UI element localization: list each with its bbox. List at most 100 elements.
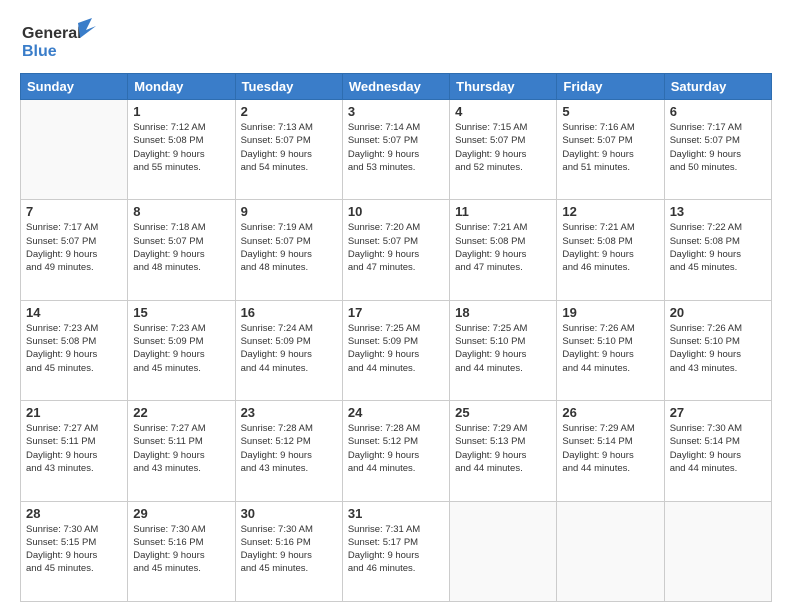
day-info: Sunrise: 7:29 AM Sunset: 5:13 PM Dayligh… bbox=[455, 422, 551, 475]
day-info: Sunrise: 7:21 AM Sunset: 5:08 PM Dayligh… bbox=[455, 221, 551, 274]
calendar-day-header: Saturday bbox=[664, 74, 771, 100]
calendar-week-row: 7 Sunrise: 7:17 AM Sunset: 5:07 PM Daylig… bbox=[21, 200, 772, 300]
calendar-cell: 6Sunrise: 7:17 AM Sunset: 5:07 PM Daylig… bbox=[664, 100, 771, 200]
calendar-cell: 25 Sunrise: 7:29 AM Sunset: 5:13 PM Dayli… bbox=[450, 401, 557, 501]
day-info: Sunrise: 7:23 AM Sunset: 5:09 PM Dayligh… bbox=[133, 322, 229, 375]
day-number: 4 bbox=[455, 104, 551, 119]
day-number: 12 bbox=[562, 204, 658, 219]
day-number: 18 bbox=[455, 305, 551, 320]
day-number: 21 bbox=[26, 405, 122, 420]
calendar-cell: 18 Sunrise: 7:25 AM Sunset: 5:10 PM Dayli… bbox=[450, 300, 557, 400]
calendar-cell bbox=[450, 501, 557, 601]
calendar-cell: 30 Sunrise: 7:30 AM Sunset: 5:16 PM Dayli… bbox=[235, 501, 342, 601]
day-number: 19 bbox=[562, 305, 658, 320]
day-info: Sunrise: 7:31 AM Sunset: 5:17 PM Dayligh… bbox=[348, 523, 444, 576]
day-number: 31 bbox=[348, 506, 444, 521]
day-number: 24 bbox=[348, 405, 444, 420]
day-info: Sunrise: 7:25 AM Sunset: 5:10 PM Dayligh… bbox=[455, 322, 551, 375]
day-info: Sunrise: 7:24 AM Sunset: 5:09 PM Dayligh… bbox=[241, 322, 337, 375]
calendar-cell: 29 Sunrise: 7:30 AM Sunset: 5:16 PM Dayli… bbox=[128, 501, 235, 601]
day-info: Sunrise: 7:18 AM Sunset: 5:07 PM Dayligh… bbox=[133, 221, 229, 274]
svg-text:Blue: Blue bbox=[22, 43, 57, 60]
calendar-cell: 15 Sunrise: 7:23 AM Sunset: 5:09 PM Dayli… bbox=[128, 300, 235, 400]
calendar-cell: 9Sunrise: 7:19 AM Sunset: 5:07 PM Daylig… bbox=[235, 200, 342, 300]
calendar-cell: 20 Sunrise: 7:26 AM Sunset: 5:10 PM Dayli… bbox=[664, 300, 771, 400]
day-number: 3 bbox=[348, 104, 444, 119]
day-number: 17 bbox=[348, 305, 444, 320]
calendar-cell: 14Sunrise: 7:23 AM Sunset: 5:08 PM Dayli… bbox=[21, 300, 128, 400]
calendar-day-header: Monday bbox=[128, 74, 235, 100]
day-info: Sunrise: 7:13 AM Sunset: 5:07 PM Dayligh… bbox=[241, 121, 337, 174]
day-info: Sunrise: 7:26 AM Sunset: 5:10 PM Dayligh… bbox=[562, 322, 658, 375]
day-info: Sunrise: 7:28 AM Sunset: 5:12 PM Dayligh… bbox=[348, 422, 444, 475]
day-number: 2 bbox=[241, 104, 337, 119]
calendar-day-header: Wednesday bbox=[342, 74, 449, 100]
day-info: Sunrise: 7:30 AM Sunset: 5:16 PM Dayligh… bbox=[133, 523, 229, 576]
calendar-cell: 21 Sunrise: 7:27 AM Sunset: 5:11 PM Dayli… bbox=[21, 401, 128, 501]
day-info: Sunrise: 7:30 AM Sunset: 5:16 PM Dayligh… bbox=[241, 523, 337, 576]
day-number: 25 bbox=[455, 405, 551, 420]
day-number: 23 bbox=[241, 405, 337, 420]
calendar-table: SundayMondayTuesdayWednesdayThursdayFrid… bbox=[20, 73, 772, 602]
day-number: 7 bbox=[26, 204, 122, 219]
day-number: 5 bbox=[562, 104, 658, 119]
day-number: 10 bbox=[348, 204, 444, 219]
day-number: 30 bbox=[241, 506, 337, 521]
day-info: Sunrise: 7:21 AM Sunset: 5:08 PM Dayligh… bbox=[562, 221, 658, 274]
day-info: Sunrise: 7:16 AM Sunset: 5:07 PM Dayligh… bbox=[562, 121, 658, 174]
day-info: Sunrise: 7:22 AM Sunset: 5:08 PM Dayligh… bbox=[670, 221, 766, 274]
day-info: Sunrise: 7:30 AM Sunset: 5:15 PM Dayligh… bbox=[26, 523, 122, 576]
calendar-day-header: Tuesday bbox=[235, 74, 342, 100]
day-info: Sunrise: 7:26 AM Sunset: 5:10 PM Dayligh… bbox=[670, 322, 766, 375]
calendar-day-header: Friday bbox=[557, 74, 664, 100]
calendar-cell: 10 Sunrise: 7:20 AM Sunset: 5:07 PM Dayli… bbox=[342, 200, 449, 300]
calendar-cell: 22 Sunrise: 7:27 AM Sunset: 5:11 PM Dayli… bbox=[128, 401, 235, 501]
day-info: Sunrise: 7:28 AM Sunset: 5:12 PM Dayligh… bbox=[241, 422, 337, 475]
svg-text:General: General bbox=[22, 25, 82, 42]
day-number: 8 bbox=[133, 204, 229, 219]
day-info: Sunrise: 7:14 AM Sunset: 5:07 PM Dayligh… bbox=[348, 121, 444, 174]
calendar-cell bbox=[557, 501, 664, 601]
calendar-cell bbox=[664, 501, 771, 601]
calendar-cell: 27 Sunrise: 7:30 AM Sunset: 5:14 PM Dayli… bbox=[664, 401, 771, 501]
day-info: Sunrise: 7:20 AM Sunset: 5:07 PM Dayligh… bbox=[348, 221, 444, 274]
header: GeneralBlue bbox=[20, 18, 772, 63]
day-number: 22 bbox=[133, 405, 229, 420]
calendar-cell: 1 Sunrise: 7:12 AM Sunset: 5:08 PM Daylig… bbox=[128, 100, 235, 200]
calendar-cell: 26Sunrise: 7:29 AM Sunset: 5:14 PM Dayli… bbox=[557, 401, 664, 501]
day-number: 16 bbox=[241, 305, 337, 320]
calendar-cell: 11 Sunrise: 7:21 AM Sunset: 5:08 PM Dayli… bbox=[450, 200, 557, 300]
day-number: 29 bbox=[133, 506, 229, 521]
calendar-cell: 31 Sunrise: 7:31 AM Sunset: 5:17 PM Dayli… bbox=[342, 501, 449, 601]
calendar-day-header: Thursday bbox=[450, 74, 557, 100]
calendar-cell: 5 Sunrise: 7:16 AM Sunset: 5:07 PM Daylig… bbox=[557, 100, 664, 200]
day-info: Sunrise: 7:12 AM Sunset: 5:08 PM Dayligh… bbox=[133, 121, 229, 174]
day-info: Sunrise: 7:27 AM Sunset: 5:11 PM Dayligh… bbox=[26, 422, 122, 475]
calendar-cell: 13Sunrise: 7:22 AM Sunset: 5:08 PM Dayli… bbox=[664, 200, 771, 300]
calendar-cell: 2 Sunrise: 7:13 AM Sunset: 5:07 PM Daylig… bbox=[235, 100, 342, 200]
day-number: 1 bbox=[133, 104, 229, 119]
calendar-cell bbox=[21, 100, 128, 200]
day-number: 11 bbox=[455, 204, 551, 219]
day-info: Sunrise: 7:30 AM Sunset: 5:14 PM Dayligh… bbox=[670, 422, 766, 475]
day-info: Sunrise: 7:27 AM Sunset: 5:11 PM Dayligh… bbox=[133, 422, 229, 475]
day-number: 14 bbox=[26, 305, 122, 320]
day-number: 27 bbox=[670, 405, 766, 420]
calendar-header-row: SundayMondayTuesdayWednesdayThursdayFrid… bbox=[21, 74, 772, 100]
calendar-cell: 17 Sunrise: 7:25 AM Sunset: 5:09 PM Dayli… bbox=[342, 300, 449, 400]
calendar-cell: 28 Sunrise: 7:30 AM Sunset: 5:15 PM Dayli… bbox=[21, 501, 128, 601]
day-info: Sunrise: 7:17 AM Sunset: 5:07 PM Dayligh… bbox=[26, 221, 122, 274]
calendar-week-row: 14Sunrise: 7:23 AM Sunset: 5:08 PM Dayli… bbox=[21, 300, 772, 400]
day-number: 26 bbox=[562, 405, 658, 420]
day-number: 28 bbox=[26, 506, 122, 521]
day-number: 15 bbox=[133, 305, 229, 320]
calendar-week-row: 28 Sunrise: 7:30 AM Sunset: 5:15 PM Dayli… bbox=[21, 501, 772, 601]
day-number: 20 bbox=[670, 305, 766, 320]
calendar-cell: 19 Sunrise: 7:26 AM Sunset: 5:10 PM Dayli… bbox=[557, 300, 664, 400]
day-info: Sunrise: 7:25 AM Sunset: 5:09 PM Dayligh… bbox=[348, 322, 444, 375]
calendar-cell: 12 Sunrise: 7:21 AM Sunset: 5:08 PM Dayli… bbox=[557, 200, 664, 300]
page: GeneralBlue SundayMondayTuesdayWednesday… bbox=[0, 0, 792, 612]
day-info: Sunrise: 7:19 AM Sunset: 5:07 PM Dayligh… bbox=[241, 221, 337, 274]
calendar-day-header: Sunday bbox=[21, 74, 128, 100]
calendar-cell: 16 Sunrise: 7:24 AM Sunset: 5:09 PM Dayli… bbox=[235, 300, 342, 400]
